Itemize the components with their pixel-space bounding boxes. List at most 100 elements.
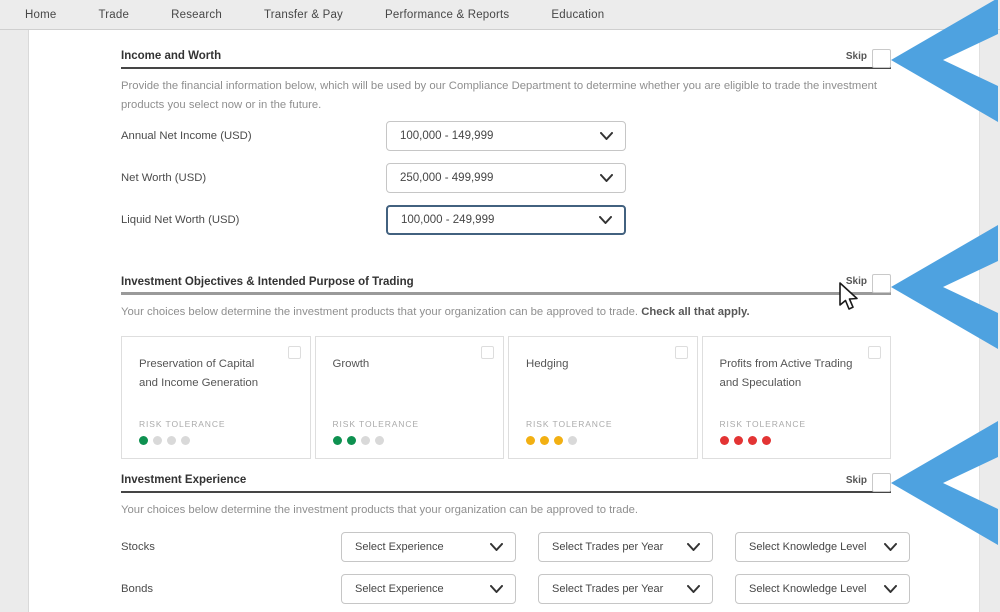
objective-checkbox[interactable]: [288, 346, 301, 359]
risk-dot: [153, 436, 162, 445]
nav-item-trade[interactable]: Trade: [98, 9, 129, 21]
risk-tolerance-label: RISK TOLERANCE: [333, 419, 419, 429]
risk-dot: [540, 436, 549, 445]
field-row-liquid-net-worth: Liquid Net Worth (USD) 100,000 - 249,999: [121, 205, 891, 235]
top-navbar: Home Trade Research Transfer & Pay Perfo…: [0, 0, 1000, 30]
risk-tolerance-block: RISK TOLERANCE: [526, 419, 612, 445]
section-header: Investment Objectives & Intended Purpose…: [121, 273, 891, 295]
section-title: Investment Experience: [121, 474, 246, 486]
select-value: Select Experience: [355, 583, 444, 595]
form-panel: Income and Worth Skip Provide the financ…: [28, 30, 980, 612]
chevron-down-icon: [490, 543, 503, 551]
risk-dot: [568, 436, 577, 445]
risk-dot: [720, 436, 729, 445]
liquid-net-worth-select[interactable]: 100,000 - 249,999: [386, 205, 626, 235]
section-description: Provide the financial information below,…: [121, 77, 891, 115]
nav-item-research[interactable]: Research: [171, 9, 222, 21]
objective-cards: Preservation of Capital and Income Gener…: [121, 336, 891, 459]
bonds-knowledge-level-select[interactable]: Select Knowledge Level: [735, 574, 910, 604]
field-label: Stocks: [121, 541, 319, 553]
risk-dots: [720, 436, 806, 445]
select-value: 250,000 - 499,999: [400, 172, 493, 184]
chevron-down-icon: [600, 174, 613, 182]
objective-card-preservation[interactable]: Preservation of Capital and Income Gener…: [121, 336, 311, 459]
skip-group: Skip: [846, 49, 891, 64]
objective-checkbox[interactable]: [675, 346, 688, 359]
risk-dot: [748, 436, 757, 445]
section-header: Investment Experience Skip: [121, 471, 891, 493]
risk-tolerance-label: RISK TOLERANCE: [139, 419, 225, 429]
risk-dot: [375, 436, 384, 445]
nav-item-education[interactable]: Education: [551, 9, 604, 21]
bonds-trades-per-year-select[interactable]: Select Trades per Year: [538, 574, 713, 604]
section-header: Income and Worth Skip: [121, 47, 891, 69]
objective-card-growth[interactable]: Growth RISK TOLERANCE: [315, 336, 505, 459]
skip-label: Skip: [846, 475, 867, 486]
select-value: Select Knowledge Level: [749, 541, 866, 553]
chevron-down-icon: [687, 543, 700, 551]
risk-dot: [361, 436, 370, 445]
skip-group: Skip: [846, 473, 891, 488]
field-row-annual-net-income: Annual Net Income (USD) 100,000 - 149,99…: [121, 121, 891, 151]
objective-title: Hedging: [526, 355, 681, 374]
objective-checkbox[interactable]: [481, 346, 494, 359]
skip-checkbox-income[interactable]: [872, 49, 891, 68]
risk-dot: [734, 436, 743, 445]
risk-tolerance-block: RISK TOLERANCE: [139, 419, 225, 445]
skip-label: Skip: [846, 51, 867, 62]
blue-chevron-arrow-icon: [891, 0, 1000, 122]
annual-net-income-select[interactable]: 100,000 - 149,999: [386, 121, 626, 151]
risk-dot: [554, 436, 563, 445]
field-label: Annual Net Income (USD): [121, 130, 386, 142]
risk-dot: [139, 436, 148, 445]
objective-checkbox[interactable]: [868, 346, 881, 359]
objective-title: Profits from Active Trading and Speculat…: [720, 355, 875, 393]
risk-dot: [181, 436, 190, 445]
experience-row-stocks: Stocks Select Experience Select Trades p…: [121, 532, 891, 562]
risk-dot: [333, 436, 342, 445]
objective-card-hedging[interactable]: Hedging RISK TOLERANCE: [508, 336, 698, 459]
check-all-emphasis: Check all that apply.: [641, 306, 749, 318]
blue-chevron-arrow-icon: [891, 225, 1000, 349]
experience-row-bonds: Bonds Select Experience Select Trades pe…: [121, 574, 891, 604]
risk-tolerance-block: RISK TOLERANCE: [333, 419, 419, 445]
stocks-knowledge-level-select[interactable]: Select Knowledge Level: [735, 532, 910, 562]
risk-dot: [762, 436, 771, 445]
nav-item-transfer-pay[interactable]: Transfer & Pay: [264, 9, 343, 21]
risk-tolerance-label: RISK TOLERANCE: [526, 419, 612, 429]
nav-item-performance-reports[interactable]: Performance & Reports: [385, 9, 509, 21]
chevron-down-icon: [884, 585, 897, 593]
select-value: Select Experience: [355, 541, 444, 553]
risk-tolerance-label: RISK TOLERANCE: [720, 419, 806, 429]
field-label: Bonds: [121, 583, 319, 595]
skip-checkbox-objectives[interactable]: [872, 274, 891, 293]
field-label: Liquid Net Worth (USD): [121, 214, 386, 226]
select-value: 100,000 - 249,999: [401, 214, 494, 226]
section-investment-experience: Investment Experience Skip Your choices …: [121, 471, 891, 604]
chevron-down-icon: [599, 216, 612, 224]
risk-dot: [526, 436, 535, 445]
select-value: Select Trades per Year: [552, 541, 663, 553]
section-investment-objectives: Investment Objectives & Intended Purpose…: [121, 273, 891, 459]
stocks-experience-select[interactable]: Select Experience: [341, 532, 516, 562]
section-description: Your choices below determine the investm…: [121, 501, 891, 520]
risk-tolerance-block: RISK TOLERANCE: [720, 419, 806, 445]
section-description: Your choices below determine the investm…: [121, 303, 891, 322]
section-title: Income and Worth: [121, 50, 221, 62]
skip-checkbox-experience[interactable]: [872, 473, 891, 492]
field-label: Net Worth (USD): [121, 172, 386, 184]
chevron-down-icon: [600, 132, 613, 140]
net-worth-select[interactable]: 250,000 - 499,999: [386, 163, 626, 193]
stocks-trades-per-year-select[interactable]: Select Trades per Year: [538, 532, 713, 562]
bonds-experience-select[interactable]: Select Experience: [341, 574, 516, 604]
select-value: Select Knowledge Level: [749, 583, 866, 595]
select-value: Select Trades per Year: [552, 583, 663, 595]
nav-item-home[interactable]: Home: [25, 9, 56, 21]
objective-title: Growth: [333, 355, 488, 374]
risk-dots: [526, 436, 612, 445]
chevron-down-icon: [687, 585, 700, 593]
objective-title: Preservation of Capital and Income Gener…: [139, 355, 294, 393]
objective-card-active-trading[interactable]: Profits from Active Trading and Speculat…: [702, 336, 892, 459]
field-row-net-worth: Net Worth (USD) 250,000 - 499,999: [121, 163, 891, 193]
chevron-down-icon: [490, 585, 503, 593]
